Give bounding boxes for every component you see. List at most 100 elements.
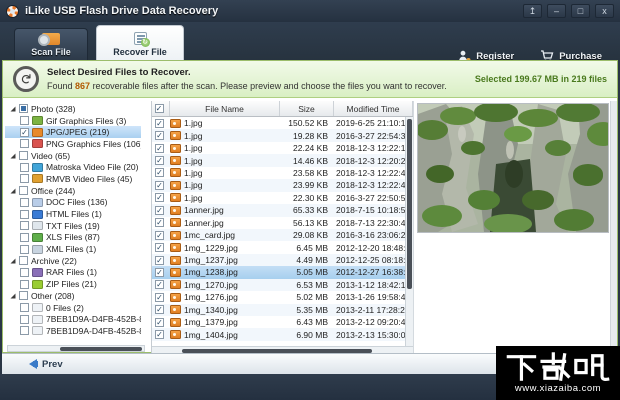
table-row[interactable]: ✓1.jpg19.28 KB2016-3-27 22:54:34 — [152, 129, 413, 141]
expand-triangle-icon[interactable] — [11, 153, 16, 158]
upload-icon[interactable]: ↥ — [523, 4, 542, 18]
select-all-checkbox-cell[interactable]: ✓ — [152, 101, 170, 116]
tree-checkbox[interactable] — [20, 210, 29, 219]
table-horizontal-scroll-thumb[interactable] — [182, 349, 372, 353]
row-checkbox[interactable]: ✓ — [155, 168, 164, 177]
tree-checkbox[interactable] — [20, 315, 29, 324]
tree-checkbox[interactable] — [20, 280, 29, 289]
tree-checkbox[interactable] — [20, 116, 29, 125]
expand-triangle-icon[interactable] — [11, 106, 16, 111]
tree-checkbox[interactable] — [20, 245, 29, 254]
row-checkbox[interactable]: ✓ — [155, 330, 164, 339]
table-row[interactable]: ✓1mg_1229.jpg6.45 MB2012-12-20 18:48:22 — [152, 241, 413, 253]
tree-item-zip-files-21[interactable]: ZIP Files (21) — [5, 278, 141, 290]
maximize-button[interactable]: □ — [571, 4, 590, 18]
table-row[interactable]: ✓1mg_1276.jpg5.02 MB2013-1-26 19:58:40 — [152, 291, 413, 303]
tree-item-xls-files-87[interactable]: XLS Files (87) — [5, 232, 141, 244]
row-checkbox[interactable]: ✓ — [155, 256, 164, 265]
prev-button[interactable]: Prev — [24, 359, 63, 370]
expand-triangle-icon[interactable] — [11, 258, 16, 263]
table-row[interactable]: ✓1mg_1404.jpg6.90 MB2013-2-13 15:30:06 — [152, 328, 413, 340]
row-checkbox[interactable]: ✓ — [155, 156, 164, 165]
tree-item-gif-graphics-files-3[interactable]: Gif Graphics Files (3) — [5, 115, 141, 127]
column-header-file-name[interactable]: File Name — [170, 101, 280, 116]
row-checkbox[interactable]: ✓ — [155, 119, 164, 128]
select-all-checkbox[interactable]: ✓ — [155, 104, 164, 113]
row-checkbox[interactable]: ✓ — [155, 144, 164, 153]
table-vertical-scroll-thumb[interactable] — [407, 119, 412, 289]
table-row[interactable]: ✓1anner.jpg56.13 KB2018-7-13 22:30:48 — [152, 217, 413, 229]
minimize-button[interactable]: – — [547, 4, 566, 18]
table-row[interactable]: ✓1.jpg22.24 KB2018-12-3 12:22:14 — [152, 142, 413, 154]
row-checkbox[interactable]: ✓ — [155, 318, 164, 327]
tree-checkbox[interactable] — [20, 303, 29, 312]
tree-checkbox[interactable] — [19, 291, 28, 300]
tree-item-other-208[interactable]: Other (208) — [5, 290, 141, 302]
tree-item-archive-22[interactable]: Archive (22) — [5, 255, 141, 267]
tree-item-txt-files-19[interactable]: TXT Files (19) — [5, 220, 141, 232]
tree-checkbox[interactable] — [20, 198, 29, 207]
expand-triangle-icon[interactable] — [11, 293, 16, 298]
sidebar-horizontal-scrollbar[interactable] — [7, 345, 145, 352]
table-row[interactable]: ✓1.jpg14.46 KB2018-12-3 12:20:28 — [152, 154, 413, 166]
tree-item-rar-files-1[interactable]: RAR Files (1) — [5, 267, 141, 279]
table-row[interactable]: ✓1mc_card.jpg29.08 KB2016-3-16 23:06:28 — [152, 229, 413, 241]
tab-scan-file[interactable]: Scan File — [14, 28, 88, 60]
tree-item-rmvb-video-files-45[interactable]: RMVB Video Files (45) — [5, 173, 141, 185]
row-checkbox[interactable]: ✓ — [155, 293, 164, 302]
tree-item-office-244[interactable]: Office (244) — [5, 185, 141, 197]
tree-item-jpg-jpeg-219[interactable]: ✓JPG/JPEG (219) — [5, 126, 141, 138]
banner-title: Select Desired Files to Recover. — [47, 67, 447, 78]
row-checkbox[interactable]: ✓ — [155, 280, 164, 289]
row-checkbox[interactable]: ✓ — [155, 231, 164, 240]
tree-checkbox[interactable] — [19, 186, 28, 195]
row-checkbox[interactable]: ✓ — [155, 243, 164, 252]
row-checkbox[interactable]: ✓ — [155, 206, 164, 215]
row-checkbox[interactable]: ✓ — [155, 181, 164, 190]
close-button[interactable]: x — [595, 4, 614, 18]
tree-checkbox[interactable] — [20, 174, 29, 183]
tree-item-doc-files-136[interactable]: DOC Files (136) — [5, 197, 141, 209]
table-row[interactable]: ✓1mg_1237.jpg4.49 MB2012-12-25 08:18:20 — [152, 254, 413, 266]
sidebar-horizontal-scroll-thumb[interactable] — [60, 347, 142, 351]
tree-item-7beb1d9a-d4fb-452b-881b-a1cec7d2[interactable]: 7BEB1D9A-D4FB-452B-881B-A1CEC7D2 — [5, 313, 141, 325]
row-checkbox[interactable]: ✓ — [155, 131, 164, 140]
column-header-size[interactable]: Size — [280, 101, 334, 116]
tree-checkbox[interactable] — [20, 221, 29, 230]
table-row[interactable]: ✓1.jpg23.99 KB2018-12-3 12:22:42 — [152, 179, 413, 191]
table-vertical-scrollbar[interactable] — [405, 117, 413, 346]
tree-checkbox[interactable] — [19, 256, 28, 265]
row-checkbox[interactable]: ✓ — [155, 193, 164, 202]
row-checkbox[interactable]: ✓ — [155, 305, 164, 314]
row-checkbox[interactable]: ✓ — [155, 268, 164, 277]
tree-checkbox[interactable] — [20, 268, 29, 277]
tree-item-0-files-2[interactable]: 0 Files (2) — [5, 302, 141, 314]
table-row[interactable]: ✓1mg_1270.jpg6.53 MB2013-1-12 18:42:12 — [152, 279, 413, 291]
tab-recover-file[interactable]: Recover File — [96, 25, 184, 60]
table-row[interactable]: ✓1.jpg22.30 KB2016-3-27 22:50:50 — [152, 192, 413, 204]
tree-checkbox[interactable] — [20, 326, 29, 335]
tree-item-xml-files-1[interactable]: XML Files (1) — [5, 243, 141, 255]
table-row[interactable]: ✓1.jpg150.52 KB2019-6-25 21:10:14 — [152, 117, 413, 129]
tree-item-photo-328[interactable]: Photo (328) — [5, 103, 141, 115]
tree-item-png-graphics-files-106[interactable]: PNG Graphics Files (106) — [5, 138, 141, 150]
tree-item-video-65[interactable]: Video (65) — [5, 150, 141, 162]
preview-vertical-scrollbar[interactable] — [610, 101, 617, 354]
table-row[interactable]: ✓1mg_1340.jpg5.35 MB2013-2-11 17:28:24 — [152, 304, 413, 316]
column-header-modified-time[interactable]: Modified Time — [334, 101, 413, 116]
table-row[interactable]: ✓1anner.jpg65.33 KB2018-7-15 10:18:58 — [152, 204, 413, 216]
tree-checkbox[interactable]: ✓ — [20, 128, 29, 137]
tree-item-7beb1d9a-d4fb-452b-881b-a1cec7d2[interactable]: 7BEB1D9A-D4FB-452B-881B-A1CEC7D2 — [5, 325, 141, 337]
tree-checkbox[interactable] — [19, 104, 28, 113]
tree-checkbox[interactable] — [20, 163, 29, 172]
table-row[interactable]: ✓1mg_1379.jpg6.43 MB2013-2-12 09:20:40 — [152, 316, 413, 328]
tree-item-html-files-1[interactable]: HTML Files (1) — [5, 208, 141, 220]
row-checkbox[interactable]: ✓ — [155, 218, 164, 227]
expand-triangle-icon[interactable] — [11, 188, 16, 193]
tree-checkbox[interactable] — [20, 139, 29, 148]
tree-checkbox[interactable] — [19, 151, 28, 160]
table-row[interactable]: ✓1.jpg23.58 KB2018-12-3 12:22:48 — [152, 167, 413, 179]
tree-item-matroska-video-file-20[interactable]: Matroska Video File (20) — [5, 161, 141, 173]
table-row[interactable]: ✓1mg_1238.jpg5.05 MB2012-12-27 16:38:44 — [152, 266, 413, 278]
tree-checkbox[interactable] — [20, 233, 29, 242]
